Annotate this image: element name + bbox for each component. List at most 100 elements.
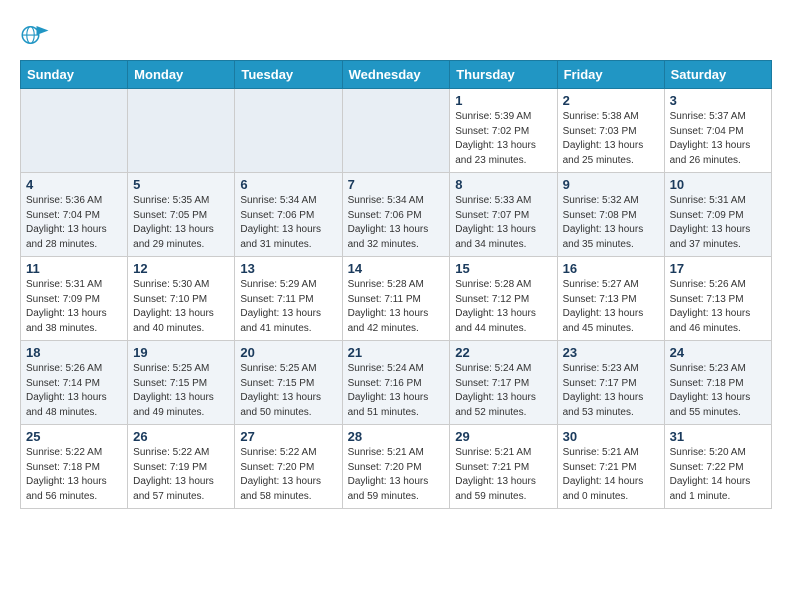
page: SundayMondayTuesdayWednesdayThursdayFrid… [0,0,792,519]
day-info: Sunrise: 5:24 AM Sunset: 7:16 PM Dayligh… [348,362,445,420]
day-cell: 4Sunrise: 5:36 AM Sunset: 7:04 PM Daylig… [21,173,128,257]
day-cell: 16 Sunrise: 5:27 AM Sunset: 7:13 PM Dayli… [557,257,664,341]
day-number: 20 [240,345,336,360]
col-header-monday: Monday [128,61,235,89]
day-cell: 27Sunrise: 5:22 AM Sunset: 7:20 PM Dayli… [235,425,342,509]
day-info: Sunrise: 5:26 AM Sunset: 7:14 PM Dayligh… [26,362,122,420]
day-number: 26 [133,429,229,444]
day-number: 24 [670,345,766,360]
day-info: Sunrise: 5:22 AM Sunset: 7:19 PM Dayligh… [133,446,229,504]
day-cell: 29 Sunrise: 5:21 AM Sunset: 7:21 PM Dayli… [450,425,557,509]
day-number: 10 [670,177,766,192]
day-info: Sunrise: 5:38 AM Sunset: 7:03 PM Dayligh… [563,110,659,168]
day-info: Sunrise: 5:21 AM Sunset: 7:20 PM Dayligh… [348,446,445,504]
day-number: 19 [133,345,229,360]
day-cell [21,89,128,173]
calendar: SundayMondayTuesdayWednesdayThursdayFrid… [20,60,772,509]
day-number: 6 [240,177,336,192]
day-number: 8 [455,177,551,192]
week-row-4: 18 Sunrise: 5:26 AM Sunset: 7:14 PM Dayli… [21,341,772,425]
day-info: Sunrise: 5:34 AM Sunset: 7:06 PM Dayligh… [240,194,336,252]
day-cell: 19 Sunrise: 5:25 AM Sunset: 7:15 PM Dayli… [128,341,235,425]
day-info: Sunrise: 5:23 AM Sunset: 7:17 PM Dayligh… [563,362,659,420]
day-cell: 15Sunrise: 5:28 AM Sunset: 7:12 PM Dayli… [450,257,557,341]
day-number: 2 [563,93,659,108]
day-cell: 30 Sunrise: 5:21 AM Sunset: 7:21 PM Dayli… [557,425,664,509]
day-info: Sunrise: 5:27 AM Sunset: 7:13 PM Dayligh… [563,278,659,336]
col-header-thursday: Thursday [450,61,557,89]
day-number: 23 [563,345,659,360]
day-number: 11 [26,261,122,276]
day-cell: 5Sunrise: 5:35 AM Sunset: 7:05 PM Daylig… [128,173,235,257]
day-cell: 26 Sunrise: 5:22 AM Sunset: 7:19 PM Dayli… [128,425,235,509]
col-header-wednesday: Wednesday [342,61,450,89]
day-info: Sunrise: 5:31 AM Sunset: 7:09 PM Dayligh… [26,278,122,336]
day-number: 30 [563,429,659,444]
header-row: SundayMondayTuesdayWednesdayThursdayFrid… [21,61,772,89]
day-cell: 21Sunrise: 5:24 AM Sunset: 7:16 PM Dayli… [342,341,450,425]
day-number: 7 [348,177,445,192]
day-cell [235,89,342,173]
day-info: Sunrise: 5:26 AM Sunset: 7:13 PM Dayligh… [670,278,766,336]
day-info: Sunrise: 5:39 AM Sunset: 7:02 PM Dayligh… [455,110,551,168]
day-cell: 14 Sunrise: 5:28 AM Sunset: 7:11 PM Dayli… [342,257,450,341]
day-cell: 13 Sunrise: 5:29 AM Sunset: 7:11 PM Dayli… [235,257,342,341]
day-cell: 8 Sunrise: 5:33 AM Sunset: 7:07 PM Daylig… [450,173,557,257]
day-info: Sunrise: 5:30 AM Sunset: 7:10 PM Dayligh… [133,278,229,336]
day-number: 13 [240,261,336,276]
day-number: 1 [455,93,551,108]
day-number: 15 [455,261,551,276]
day-info: Sunrise: 5:24 AM Sunset: 7:17 PM Dayligh… [455,362,551,420]
day-info: Sunrise: 5:21 AM Sunset: 7:21 PM Dayligh… [455,446,551,504]
day-cell: 2 Sunrise: 5:38 AM Sunset: 7:03 PM Daylig… [557,89,664,173]
day-cell: 22 Sunrise: 5:24 AM Sunset: 7:17 PM Dayli… [450,341,557,425]
day-number: 25 [26,429,122,444]
day-cell: 11 Sunrise: 5:31 AM Sunset: 7:09 PM Dayli… [21,257,128,341]
day-number: 27 [240,429,336,444]
day-number: 16 [563,261,659,276]
header [20,20,772,50]
col-header-saturday: Saturday [664,61,771,89]
day-info: Sunrise: 5:29 AM Sunset: 7:11 PM Dayligh… [240,278,336,336]
day-info: Sunrise: 5:25 AM Sunset: 7:15 PM Dayligh… [133,362,229,420]
day-info: Sunrise: 5:31 AM Sunset: 7:09 PM Dayligh… [670,194,766,252]
week-row-1: 1 Sunrise: 5:39 AM Sunset: 7:02 PM Daylig… [21,89,772,173]
col-header-sunday: Sunday [21,61,128,89]
week-row-3: 11 Sunrise: 5:31 AM Sunset: 7:09 PM Dayli… [21,257,772,341]
day-cell: 3Sunrise: 5:37 AM Sunset: 7:04 PM Daylig… [664,89,771,173]
day-number: 22 [455,345,551,360]
day-info: Sunrise: 5:37 AM Sunset: 7:04 PM Dayligh… [670,110,766,168]
day-info: Sunrise: 5:28 AM Sunset: 7:11 PM Dayligh… [348,278,445,336]
day-cell [128,89,235,173]
day-number: 14 [348,261,445,276]
day-cell: 12 Sunrise: 5:30 AM Sunset: 7:10 PM Dayli… [128,257,235,341]
day-number: 28 [348,429,445,444]
day-info: Sunrise: 5:20 AM Sunset: 7:22 PM Dayligh… [670,446,766,504]
day-number: 12 [133,261,229,276]
day-info: Sunrise: 5:23 AM Sunset: 7:18 PM Dayligh… [670,362,766,420]
day-info: Sunrise: 5:35 AM Sunset: 7:05 PM Dayligh… [133,194,229,252]
day-number: 17 [670,261,766,276]
day-cell [342,89,450,173]
day-cell: 25 Sunrise: 5:22 AM Sunset: 7:18 PM Dayli… [21,425,128,509]
day-cell: 28 Sunrise: 5:21 AM Sunset: 7:20 PM Dayli… [342,425,450,509]
day-number: 18 [26,345,122,360]
logo-icon [20,20,50,50]
day-info: Sunrise: 5:22 AM Sunset: 7:18 PM Dayligh… [26,446,122,504]
day-cell: 1 Sunrise: 5:39 AM Sunset: 7:02 PM Daylig… [450,89,557,173]
day-cell: 6 Sunrise: 5:34 AM Sunset: 7:06 PM Daylig… [235,173,342,257]
day-cell: 18 Sunrise: 5:26 AM Sunset: 7:14 PM Dayli… [21,341,128,425]
day-cell: 20 Sunrise: 5:25 AM Sunset: 7:15 PM Dayli… [235,341,342,425]
day-info: Sunrise: 5:21 AM Sunset: 7:21 PM Dayligh… [563,446,659,504]
week-row-5: 25 Sunrise: 5:22 AM Sunset: 7:18 PM Dayli… [21,425,772,509]
day-info: Sunrise: 5:33 AM Sunset: 7:07 PM Dayligh… [455,194,551,252]
day-info: Sunrise: 5:25 AM Sunset: 7:15 PM Dayligh… [240,362,336,420]
day-number: 9 [563,177,659,192]
day-number: 31 [670,429,766,444]
day-cell: 31 Sunrise: 5:20 AM Sunset: 7:22 PM Dayli… [664,425,771,509]
logo [20,20,54,50]
day-number: 4 [26,177,122,192]
day-number: 29 [455,429,551,444]
day-cell: 9Sunrise: 5:32 AM Sunset: 7:08 PM Daylig… [557,173,664,257]
day-cell: 17 Sunrise: 5:26 AM Sunset: 7:13 PM Dayli… [664,257,771,341]
